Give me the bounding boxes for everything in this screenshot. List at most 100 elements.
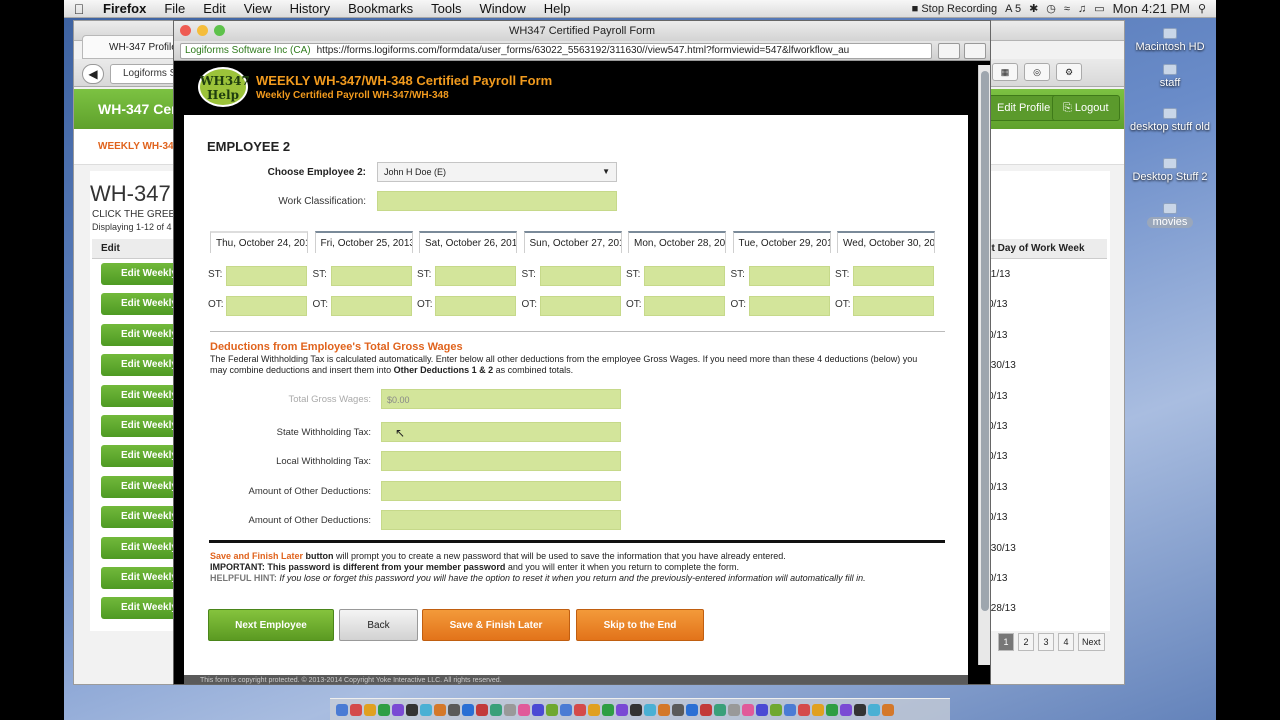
toolbar-icon[interactable]: ⚙ xyxy=(1056,63,1082,81)
st-hours-input[interactable] xyxy=(644,266,725,286)
dock-app-icon[interactable] xyxy=(350,703,362,716)
menu-help[interactable]: Help xyxy=(535,1,580,16)
work-classification-input[interactable] xyxy=(377,191,617,211)
desktop-icon-desktop-stuff-old[interactable]: desktop stuff old xyxy=(1128,108,1212,133)
dock-app-icon[interactable] xyxy=(448,703,460,716)
back-window-tab[interactable]: WH-347 Profile xyxy=(82,35,178,59)
ot-hours-input[interactable] xyxy=(853,296,934,316)
dock-app-icon[interactable] xyxy=(854,703,866,716)
dock-app-icon[interactable] xyxy=(756,703,768,716)
dock-app-icon[interactable] xyxy=(420,703,432,716)
edit-weekly-button[interactable]: Edit Weekly xyxy=(101,567,177,589)
edit-weekly-button[interactable]: Edit Weekly xyxy=(101,597,177,620)
scrollbar[interactable] xyxy=(978,65,990,665)
page-3[interactable]: 3 xyxy=(1038,633,1054,651)
menu-edit[interactable]: Edit xyxy=(194,1,234,16)
edit-weekly-button[interactable]: Edit Weekly xyxy=(101,323,177,346)
next-employee-button[interactable]: Next Employee xyxy=(208,609,334,641)
dock-app-icon[interactable] xyxy=(532,703,544,716)
dock-app-icon[interactable] xyxy=(700,703,712,716)
menu-view[interactable]: View xyxy=(235,1,281,16)
time-machine-icon[interactable]: ◷ xyxy=(1046,2,1056,15)
stop-recording-item[interactable]: ■ Stop Recording xyxy=(912,3,998,15)
battery-icon[interactable]: ▭ xyxy=(1094,2,1104,15)
menu-file[interactable]: File xyxy=(155,1,194,16)
dock-app-icon[interactable] xyxy=(504,703,516,716)
ot-hours-input[interactable] xyxy=(644,296,725,316)
st-hours-input[interactable] xyxy=(748,266,830,286)
page-1[interactable]: 1 xyxy=(998,633,1014,651)
dock-app-icon[interactable] xyxy=(378,703,390,716)
edit-weekly-button[interactable]: Edit Weekly xyxy=(101,475,177,498)
bookmark-icon[interactable] xyxy=(938,43,960,59)
bluetooth-icon[interactable]: ✱ xyxy=(1029,2,1038,15)
dock-app-icon[interactable] xyxy=(588,703,600,716)
edit-weekly-button[interactable]: Edit Weekly xyxy=(101,263,177,285)
other-deductions-2-input[interactable] xyxy=(381,510,621,530)
save-finish-later-button[interactable]: Save & Finish Later xyxy=(422,609,570,641)
adobe-icon[interactable]: A 5 xyxy=(1005,3,1021,15)
toolbar-icon[interactable]: ◎ xyxy=(1024,63,1050,81)
menu-history[interactable]: History xyxy=(281,1,339,16)
zoom-window-icon[interactable] xyxy=(214,25,225,36)
dock-app-icon[interactable] xyxy=(644,703,656,716)
dock-app-icon[interactable] xyxy=(574,703,586,716)
menu-window[interactable]: Window xyxy=(471,1,535,16)
close-window-icon[interactable] xyxy=(180,25,191,36)
site-identity-badge[interactable]: Logiforms Software Inc (CA) xyxy=(185,45,311,56)
ot-hours-input[interactable] xyxy=(435,296,516,316)
dock-app-icon[interactable] xyxy=(868,703,880,716)
dock-app-icon[interactable] xyxy=(798,703,810,716)
dock-app-icon[interactable] xyxy=(546,703,558,716)
desktop-icon-staff[interactable]: staff xyxy=(1128,64,1212,89)
dock-app-icon[interactable] xyxy=(490,703,502,716)
local-withholding-input[interactable] xyxy=(381,451,621,471)
dock-app-icon[interactable] xyxy=(476,703,488,716)
desktop-icon-macintosh-hd[interactable]: Macintosh HD xyxy=(1128,28,1212,53)
wifi-icon[interactable]: ≈ xyxy=(1064,3,1070,15)
edit-weekly-button[interactable]: Edit Weekly xyxy=(101,536,177,559)
logout-button[interactable]: ⎘ Logout xyxy=(1052,95,1120,121)
menu-app-name[interactable]: Firefox xyxy=(94,1,155,16)
st-hours-input[interactable] xyxy=(226,266,307,286)
volume-icon[interactable]: ♫ xyxy=(1078,3,1086,15)
address-field[interactable]: Logiforms Software Inc (CA) https://forms… xyxy=(180,43,932,59)
st-hours-input[interactable] xyxy=(435,266,516,286)
page-2[interactable]: 2 xyxy=(1018,633,1034,651)
dock-app-icon[interactable] xyxy=(714,703,726,716)
back-arrow-icon[interactable]: ◀ xyxy=(82,64,104,84)
minimize-window-icon[interactable] xyxy=(197,25,208,36)
clock[interactable]: Mon 4:21 PM xyxy=(1113,1,1190,16)
menu-tools[interactable]: Tools xyxy=(422,1,470,16)
dock-app-icon[interactable] xyxy=(616,703,628,716)
dock-app-icon[interactable] xyxy=(658,703,670,716)
dock-app-icon[interactable] xyxy=(392,703,404,716)
edit-weekly-button[interactable]: Edit Weekly xyxy=(101,445,177,468)
dropdown-icon[interactable] xyxy=(964,43,986,59)
desktop-icon-movies[interactable]: movies xyxy=(1128,203,1212,228)
other-deductions-1-input[interactable] xyxy=(381,481,621,501)
apple-menu-icon[interactable]:  xyxy=(64,1,94,17)
toolbar-icon[interactable]: ▦ xyxy=(992,63,1018,81)
edit-weekly-button[interactable]: Edit Weekly xyxy=(101,293,177,316)
dock-app-icon[interactable] xyxy=(364,703,376,716)
dock-app-icon[interactable] xyxy=(462,703,474,716)
dock-app-icon[interactable] xyxy=(518,703,530,716)
dock-app-icon[interactable] xyxy=(728,703,740,716)
employee-select[interactable]: John H Doe (E) ▼ xyxy=(377,162,617,182)
edit-weekly-button[interactable]: Edit Weekly xyxy=(101,415,177,437)
spotlight-icon[interactable]: ⚲ xyxy=(1198,2,1206,15)
dock-app-icon[interactable] xyxy=(406,703,418,716)
st-hours-input[interactable] xyxy=(853,266,934,286)
dock-app-icon[interactable] xyxy=(812,703,824,716)
ot-hours-input[interactable] xyxy=(226,296,307,316)
dock-app-icon[interactable] xyxy=(826,703,838,716)
skip-to-end-button[interactable]: Skip to the End xyxy=(576,609,704,641)
back-button[interactable]: Back xyxy=(339,609,418,641)
edit-weekly-button[interactable]: Edit Weekly xyxy=(101,384,177,407)
ot-hours-input[interactable] xyxy=(330,296,412,316)
dock-app-icon[interactable] xyxy=(602,703,614,716)
dock-app-icon[interactable] xyxy=(742,703,754,716)
dock-app-icon[interactable] xyxy=(882,703,894,716)
page-next[interactable]: Next xyxy=(1078,633,1105,651)
